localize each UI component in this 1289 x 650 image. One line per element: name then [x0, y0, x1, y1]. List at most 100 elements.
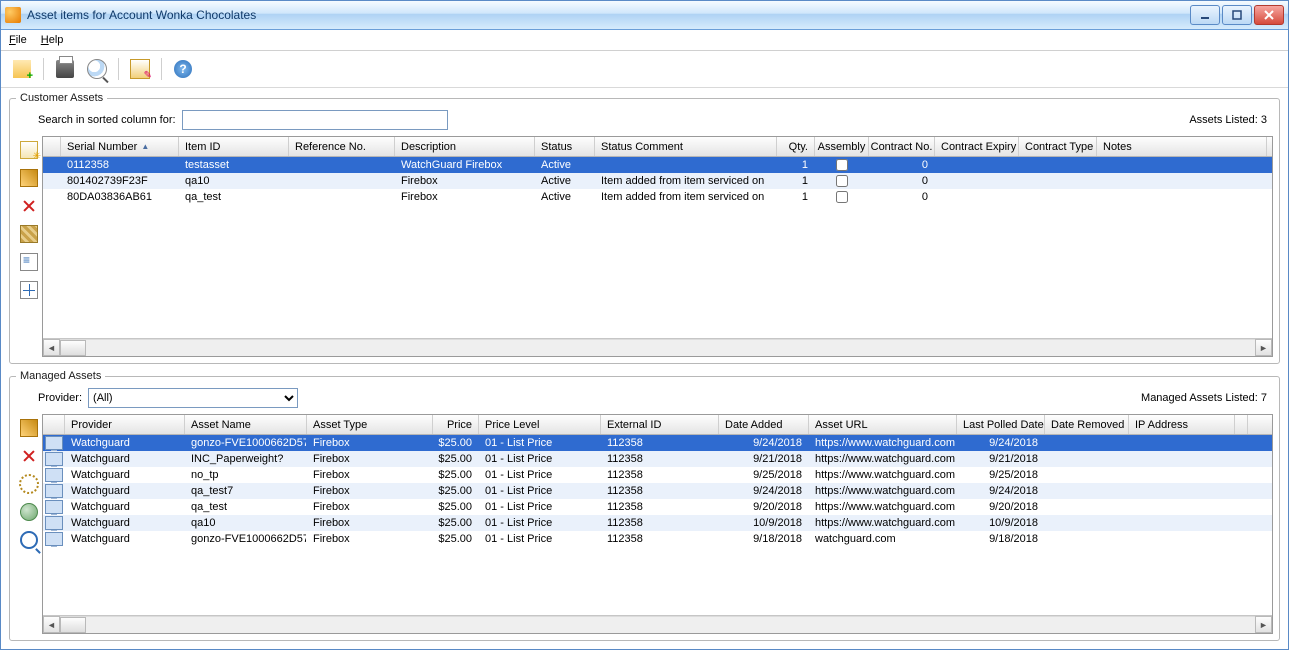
managed-assets-legend: Managed Assets: [16, 370, 105, 382]
tool-preview-icon[interactable]: [82, 55, 112, 83]
cell: [1129, 467, 1235, 483]
column-header[interactable]: External ID: [601, 415, 719, 434]
column-header[interactable]: [1235, 415, 1248, 434]
cell: [815, 157, 869, 173]
column-header[interactable]: Asset URL: [809, 415, 957, 434]
side-assembly-button[interactable]: [17, 222, 41, 246]
table-row[interactable]: 80DA03836AB61qa_testFireboxActiveItem ad…: [43, 189, 1272, 205]
cell: 9/24/2018: [957, 435, 1045, 451]
side-new-button[interactable]: [17, 138, 41, 162]
managed-panel: ProviderAsset NameAsset TypePricePrice L…: [16, 414, 1273, 634]
assembly-checkbox[interactable]: [836, 175, 848, 187]
scroll-left-icon[interactable]: ◄: [43, 339, 60, 356]
cell: $25.00: [433, 499, 479, 515]
managed-grid-body[interactable]: Watchguardgonzo-FVE1000662D57Firebox$25.…: [43, 435, 1272, 615]
tool-print-icon[interactable]: [50, 55, 80, 83]
menu-help[interactable]: Help: [41, 34, 64, 46]
assembly-checkbox[interactable]: [836, 191, 848, 203]
cell: [1045, 451, 1129, 467]
close-button[interactable]: [1254, 5, 1284, 25]
row-icon-cell: [43, 435, 65, 451]
assembly-checkbox[interactable]: [836, 159, 848, 171]
cell: 801402739F23F: [61, 173, 179, 189]
managed-sidetools: [16, 414, 42, 634]
gear-icon: [19, 474, 39, 494]
search-input[interactable]: [182, 110, 448, 130]
column-header[interactable]: Qty.: [777, 137, 815, 156]
scroll-right-icon[interactable]: ►: [1255, 339, 1272, 356]
tool-new-icon[interactable]: [7, 55, 37, 83]
cell: [1045, 531, 1129, 547]
column-header[interactable]: Date Added: [719, 415, 809, 434]
print-icon: [56, 60, 74, 78]
customer-panel: Serial NumberItem IDReference No.Descrip…: [16, 136, 1273, 357]
scroll-thumb[interactable]: [60, 617, 86, 633]
side-gear-button[interactable]: [17, 472, 41, 496]
managed-hscroll[interactable]: ◄ ►: [43, 615, 1272, 633]
column-header[interactable]: Provider: [65, 415, 185, 434]
customer-grid-body[interactable]: 0112358testassetWatchGuard FireboxActive…: [43, 157, 1272, 338]
column-header[interactable]: Asset Name: [185, 415, 307, 434]
table-row[interactable]: 0112358testassetWatchGuard FireboxActive…: [43, 157, 1272, 173]
table-row[interactable]: WatchguardINC_Paperweight?Firebox$25.000…: [43, 451, 1272, 467]
column-header[interactable]: Assembly: [815, 137, 869, 156]
globe-icon: [20, 503, 38, 521]
column-header[interactable]: Status Comment: [595, 137, 777, 156]
provider-label: Provider:: [38, 392, 82, 404]
cell: Firebox: [307, 451, 433, 467]
maximize-button[interactable]: [1222, 5, 1252, 25]
customer-hscroll[interactable]: ◄ ►: [43, 338, 1272, 356]
column-header[interactable]: Notes: [1097, 137, 1267, 156]
minimize-button[interactable]: [1190, 5, 1220, 25]
column-header[interactable]: Contract No.: [869, 137, 935, 156]
pencil-icon: [20, 169, 38, 187]
column-header[interactable]: Asset Type: [307, 415, 433, 434]
table-row[interactable]: 801402739F23Fqa10FireboxActiveItem added…: [43, 173, 1272, 189]
side-edit-button[interactable]: [17, 416, 41, 440]
table-row[interactable]: Watchguardqa_testFirebox$25.0001 - List …: [43, 499, 1272, 515]
table-row[interactable]: Watchguardno_tpFirebox$25.0001 - List Pr…: [43, 467, 1272, 483]
side-delete-button[interactable]: [17, 444, 41, 468]
column-header[interactable]: Reference No.: [289, 137, 395, 156]
side-globe-button[interactable]: [17, 500, 41, 524]
scroll-left-icon[interactable]: ◄: [43, 616, 60, 633]
column-header[interactable]: Contract Expiry: [935, 137, 1019, 156]
column-header[interactable]: Description: [395, 137, 535, 156]
table-row[interactable]: Watchguardqa_test7Firebox$25.0001 - List…: [43, 483, 1272, 499]
column-header[interactable]: Price Level: [479, 415, 601, 434]
provider-select[interactable]: (All): [88, 388, 298, 408]
column-header[interactable]: Serial Number: [61, 137, 179, 156]
menu-file[interactable]: File: [9, 34, 27, 46]
column-header[interactable]: Status: [535, 137, 595, 156]
table-row[interactable]: Watchguardgonzo-FVE1000662D57Firebox$25.…: [43, 435, 1272, 451]
app-icon: [5, 7, 21, 23]
column-header[interactable]: IP Address: [1129, 415, 1235, 434]
scroll-right-icon[interactable]: ►: [1255, 616, 1272, 633]
column-header[interactable]: Last Polled Date: [957, 415, 1045, 434]
cell: [815, 173, 869, 189]
table-row[interactable]: Watchguardgonzo-FVE1000662D57Firebox$25.…: [43, 531, 1272, 547]
scroll-track[interactable]: [60, 616, 1255, 633]
cell: $25.00: [433, 451, 479, 467]
column-header[interactable]: Contract Type: [1019, 137, 1097, 156]
column-header[interactable]: Item ID: [179, 137, 289, 156]
cell: [43, 189, 61, 205]
side-delete-button[interactable]: [17, 194, 41, 218]
cell: Firebox: [307, 435, 433, 451]
side-grid-button[interactable]: [17, 278, 41, 302]
column-header[interactable]: Date Removed: [1045, 415, 1129, 434]
scroll-thumb[interactable]: [60, 340, 86, 356]
cell: https://www.watchguard.com: [809, 451, 957, 467]
column-header[interactable]: [43, 137, 61, 156]
column-header[interactable]: [43, 415, 65, 434]
cell: qa_test: [185, 499, 307, 515]
scroll-track[interactable]: [60, 339, 1255, 356]
side-doc-button[interactable]: [17, 250, 41, 274]
tool-help-icon[interactable]: ?: [168, 55, 198, 83]
side-find-button[interactable]: [17, 528, 41, 552]
table-row[interactable]: Watchguardqa10Firebox$25.0001 - List Pri…: [43, 515, 1272, 531]
side-edit-button[interactable]: [17, 166, 41, 190]
tool-report-icon[interactable]: [125, 55, 155, 83]
titlebar[interactable]: Asset items for Account Wonka Chocolates: [1, 1, 1288, 30]
column-header[interactable]: Price: [433, 415, 479, 434]
